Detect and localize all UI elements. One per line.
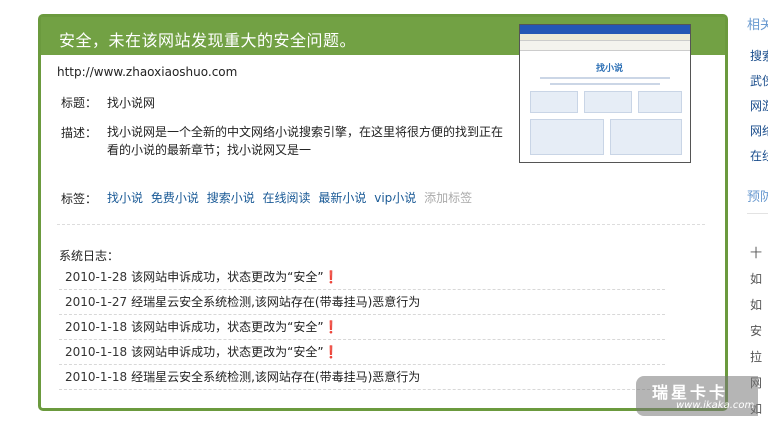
thumbnail-block [638, 91, 682, 113]
log-date: 2010-1-27 [65, 295, 128, 309]
thumbnail-titlebar [520, 25, 690, 34]
log-entry: 2010-1-18 经瑞星云安全系统检测,该网站存在(带毒挂马)恶意行为 [59, 365, 665, 390]
log-entry: 2010-1-28 该网站申诉成功，状态更改为“安全”❗ [59, 265, 665, 290]
sidebar-bullet-link[interactable]: 拉 [750, 348, 762, 365]
thumbnail-menubar [520, 34, 690, 41]
desc-value: 找小说网是一个全新的中文网络小说搜索引擎，在这里将很方便的找到正在看的小说的最新… [107, 125, 504, 157]
sidebar-link[interactable]: 网游 [750, 97, 768, 114]
panel-title: 安全，未在该网站发现重大的安全问题。 [59, 31, 357, 50]
log-text: 该网站申诉成功，状态更改为“安全”❗ [131, 320, 339, 334]
desc-label: 描述： [61, 126, 98, 140]
log-text: 经瑞星云安全系统检测,该网站存在(带毒挂马)恶意行为 [131, 295, 421, 309]
system-log-list: 2010-1-28 该网站申诉成功，状态更改为“安全”❗ 2010-1-27 经瑞星… [59, 265, 665, 390]
sidebar-divider [747, 213, 768, 214]
thumbnail-block [530, 91, 578, 113]
watermark-sub-text: www.ikaka.com [676, 400, 755, 411]
website-thumbnail[interactable]: 找小说 [519, 24, 691, 163]
log-date: 2010-1-28 [65, 270, 128, 284]
thumbnail-line [540, 77, 670, 79]
sidebar-heading-related: 相关 [747, 18, 768, 33]
sidebar-link[interactable]: 搜索 [750, 47, 768, 64]
sidebar-heading-prevention: 预防 [747, 190, 768, 205]
sidebar-bullet-link[interactable]: 如 [750, 296, 762, 313]
title-label: 标题： [61, 96, 98, 110]
log-entry: 2010-1-27 经瑞星云安全系统检测,该网站存在(带毒挂马)恶意行为 [59, 290, 665, 315]
site-url: http://www.zhaoxiaoshuo.com [57, 65, 238, 79]
log-entry: 2010-1-18 该网站申诉成功，状态更改为“安全”❗ [59, 315, 665, 340]
tag-link[interactable]: 搜索小说 [207, 191, 255, 205]
thumbnail-line [550, 83, 660, 85]
system-log-title: 系统日志： [59, 249, 120, 263]
sidebar-bullet-link[interactable]: 安 [750, 322, 762, 339]
log-text: 该网站申诉成功，状态更改为“安全”❗ [131, 270, 339, 284]
thumbnail-block [584, 91, 632, 113]
thumbnail-toolbar [520, 41, 690, 51]
right-sidebar: 相关 搜索 武侠 网游 网络 在线 预防 十 如 如 安 拉 网 如 [747, 0, 768, 423]
tag-link[interactable]: 最新小说 [318, 191, 366, 205]
sidebar-bullet-link[interactable]: 十 [750, 244, 762, 261]
log-date: 2010-1-18 [65, 345, 128, 359]
tag-list: 找小说 免费小说 搜索小说 在线阅读 最新小说 vip小说 添加标签 [107, 189, 472, 206]
thumbnail-logo: 找小说 [596, 64, 624, 74]
tag-link[interactable]: 在线阅读 [263, 191, 311, 205]
thumbnail-block [530, 119, 604, 155]
sidebar-link[interactable]: 网络 [750, 122, 768, 139]
security-result-panel: 安全，未在该网站发现重大的安全问题。 http://www.zhaoxiaosh… [38, 14, 728, 411]
sidebar-bullet-link[interactable]: 如 [750, 270, 762, 287]
log-date: 2010-1-18 [65, 370, 128, 384]
log-date: 2010-1-18 [65, 320, 128, 334]
title-value: 找小说网 [107, 96, 156, 110]
tags-label: 标签： [61, 192, 98, 206]
log-text: 经瑞星云安全系统检测,该网站存在(带毒挂马)恶意行为 [131, 370, 421, 384]
tag-link[interactable]: vip小说 [374, 191, 416, 205]
log-text: 该网站申诉成功，状态更改为“安全”❗ [131, 345, 339, 359]
tag-link[interactable]: 找小说 [107, 191, 143, 205]
thumbnail-block [610, 119, 682, 155]
sidebar-link[interactable]: 在线 [750, 147, 768, 164]
sidebar-link[interactable]: 武侠 [750, 72, 768, 89]
tag-link[interactable]: 免费小说 [151, 191, 199, 205]
log-entry: 2010-1-18 该网站申诉成功，状态更改为“安全”❗ [59, 340, 665, 365]
watermark-logo: 瑞星卡卡 www.ikaka.com [636, 376, 758, 416]
add-tag-link[interactable]: 添加标签 [424, 191, 472, 205]
divider [57, 224, 705, 225]
